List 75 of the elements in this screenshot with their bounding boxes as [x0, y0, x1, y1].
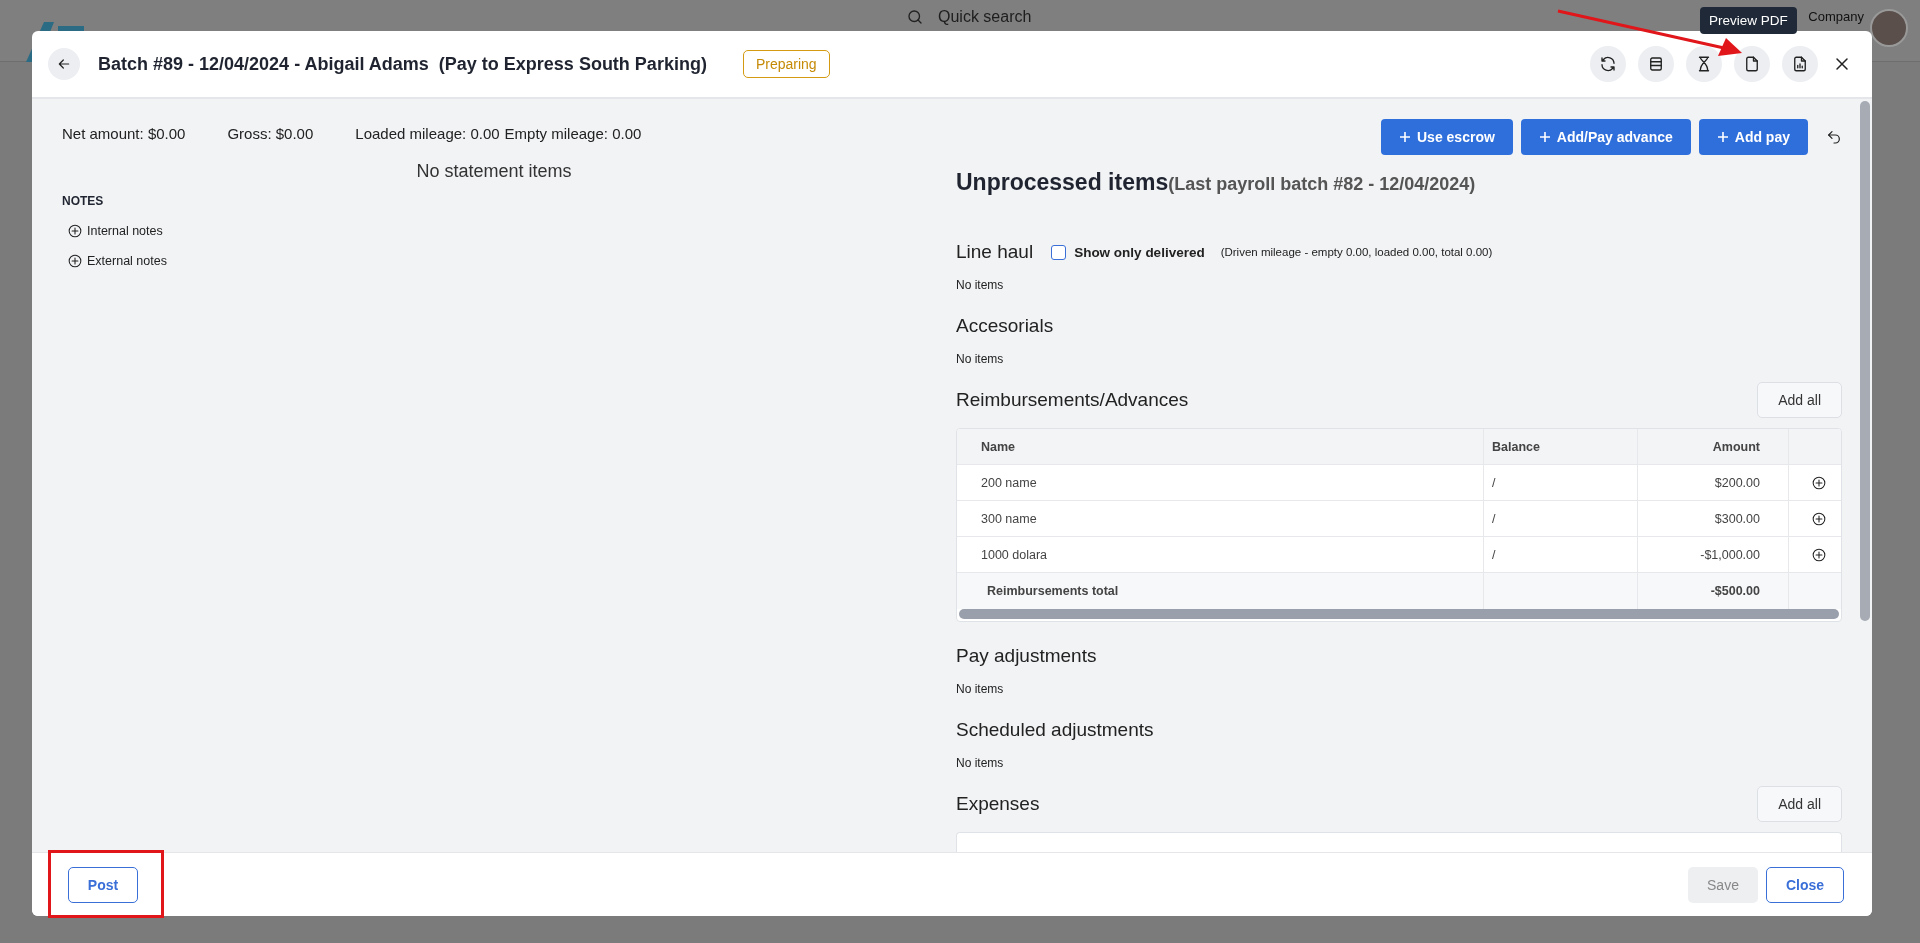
checkbox-label[interactable]: Show only delivered — [1074, 244, 1205, 260]
plus-circle-icon — [68, 224, 82, 238]
action-button[interactable]: Add pay — [1698, 119, 1808, 155]
plus-icon — [1538, 131, 1551, 143]
table-cell: 300 name — [957, 501, 1484, 536]
add-row-button[interactable] — [1812, 475, 1826, 490]
dialog-title: Batch #89 - 12/04/2024 - Abigail Adams (Pay to Express South Parking) — [98, 53, 707, 75]
section-title: Unprocessed items — [956, 169, 1169, 196]
notes-link[interactable]: External notes — [87, 254, 167, 268]
table-cell: -$1,000.00 — [1638, 537, 1789, 572]
table-cell: 1000 dolara — [957, 537, 1484, 572]
plus-icon — [1716, 131, 1729, 143]
mileage-note: (Driven mileage - empty 0.00, loaded 0.00, total 0.00) — [1220, 246, 1493, 258]
list-icon — [1647, 55, 1665, 73]
section-heading: Scheduled adjustments — [956, 719, 1154, 741]
hourglass-button[interactable] — [1686, 46, 1722, 82]
plus-icon — [1399, 131, 1411, 143]
table-cell: / — [1484, 537, 1638, 572]
chart-document-icon — [1791, 55, 1809, 73]
empty-message: No items — [956, 278, 1005, 292]
table-cell: $200.00 — [1638, 465, 1789, 500]
column-header: Name — [957, 429, 1484, 464]
list-button[interactable] — [1638, 46, 1674, 82]
empty-message: No statement items — [415, 161, 573, 182]
search-label[interactable]: Quick search — [938, 7, 1032, 26]
summary-value: Loaded mileage: 0.00 — [355, 125, 500, 142]
status-badge: Preparing — [742, 50, 830, 78]
plus-circle-icon — [68, 254, 82, 268]
checkbox[interactable] — [1051, 244, 1067, 260]
table-cell: / — [1484, 465, 1638, 500]
table-cell: 200 name — [957, 465, 1484, 500]
add-row-button[interactable] — [1812, 547, 1826, 562]
column-header: Balance — [1484, 429, 1638, 464]
plus-circle-icon — [1812, 511, 1826, 526]
close-button[interactable]: Close — [1766, 866, 1844, 903]
empty-message: No items — [956, 756, 1005, 770]
plus-circle-icon — [1812, 547, 1826, 562]
scrollbar[interactable] — [959, 609, 1839, 619]
company-name: Company — [1808, 9, 1864, 24]
column-header: Amount — [1638, 429, 1789, 464]
report-button[interactable] — [1782, 46, 1818, 82]
undo-button[interactable] — [1826, 129, 1842, 145]
section-heading: Reimbursements/Advances — [956, 389, 1189, 411]
summary-value: Net amount: $0.00 — [62, 125, 186, 142]
refresh-icon — [1599, 55, 1617, 73]
avatar[interactable] — [1870, 8, 1908, 47]
empty-message: No items — [956, 682, 1005, 696]
summary-value: Gross: $0.00 — [227, 125, 314, 142]
refresh-button[interactable] — [1590, 46, 1626, 82]
notes-heading: NOTES — [62, 194, 105, 208]
preview-pdf-button[interactable] — [1734, 46, 1770, 82]
back-button[interactable] — [48, 48, 80, 80]
plus-circle-icon — [1812, 475, 1826, 490]
post-button[interactable]: Post — [68, 866, 138, 903]
tooltip: Preview PDF — [1700, 7, 1797, 34]
section-heading: Pay adjustments — [956, 645, 1097, 667]
section-heading: Line haul — [956, 241, 1034, 263]
scrollbar[interactable] — [1860, 101, 1870, 621]
add-row-button[interactable] — [1812, 511, 1826, 526]
empty-message: No items — [956, 352, 1005, 366]
back-arrow-icon — [56, 56, 72, 72]
table-cell: $300.00 — [1638, 501, 1789, 536]
section-heading: Expenses — [956, 793, 1040, 815]
add-all-button[interactable]: Add all — [1757, 382, 1842, 418]
table-cell: / — [1484, 501, 1638, 536]
action-button[interactable]: Add/Pay advance — [1520, 119, 1691, 155]
notes-link[interactable]: Internal notes — [87, 224, 163, 238]
undo-icon — [1826, 129, 1842, 145]
section-subtitle: (Last payroll batch #82 - 12/04/2024) — [1168, 174, 1476, 195]
summary-value: Empty mileage: 0.00 — [504, 125, 642, 142]
search-icon — [906, 7, 924, 26]
action-button[interactable]: Use escrow — [1381, 119, 1513, 155]
document-icon — [1743, 55, 1761, 73]
add-all-button[interactable]: Add all — [1757, 786, 1842, 822]
section-heading: Accesorials — [956, 315, 1054, 337]
